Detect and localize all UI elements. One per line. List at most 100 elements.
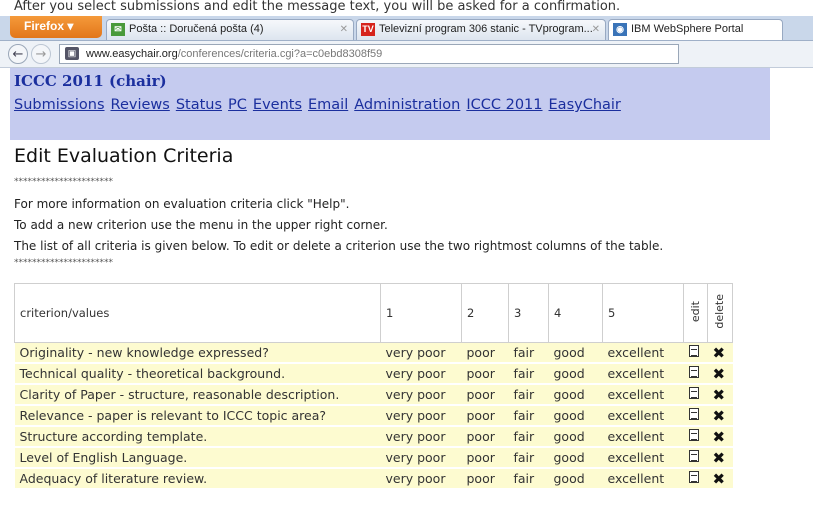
value-cell: good — [548, 363, 603, 385]
delete-icon[interactable]: ✖ — [713, 365, 726, 383]
edit-icon[interactable] — [688, 471, 699, 483]
value-cell: fair — [508, 342, 549, 364]
edit-cell — [683, 363, 708, 385]
menu-easychair[interactable]: EasyChair — [549, 97, 621, 113]
value-cell: fair — [508, 426, 549, 448]
value-cell: very poor — [380, 363, 462, 385]
edit-cell — [683, 468, 708, 490]
tab-websphere[interactable]: ◉ IBM WebSphere Portal — [608, 19, 783, 40]
url-bar[interactable]: ▣ www.easychair.org/conferences/criteria… — [59, 44, 679, 64]
edit-icon[interactable] — [688, 408, 699, 420]
table-row: Adequacy of literature review. very poor… — [14, 468, 733, 490]
value-cell: very poor — [380, 447, 462, 469]
table-row: Clarity of Paper - structure, reasonable… — [14, 384, 733, 406]
easychair-header: ICCC 2011 (chair) Submissions Reviews Stat… — [10, 68, 770, 140]
tab-tvprogram-label: Televizní program 306 stanic - TVprogram… — [379, 23, 593, 35]
criterion-name: Clarity of Paper - structure, reasonable… — [14, 384, 381, 406]
close-icon[interactable]: ✕ — [592, 20, 600, 39]
top-note: After you select submissions and edit th… — [14, 0, 621, 14]
page-title: Edit Evaluation Criteria — [14, 145, 234, 167]
value-cell: excellent — [602, 405, 684, 427]
edit-icon[interactable] — [688, 450, 699, 462]
header-value-1: 1 — [380, 283, 462, 343]
delete-cell: ✖ — [707, 363, 733, 385]
criterion-name: Relevance - paper is relevant to ICCC to… — [14, 405, 381, 427]
url-path: /conferences/criteria.cgi?a=c0ebd8308f59 — [177, 48, 383, 60]
delete-cell: ✖ — [707, 426, 733, 448]
value-cell: poor — [461, 426, 509, 448]
edit-icon[interactable] — [688, 345, 699, 357]
header-criterion: criterion/values — [14, 283, 381, 343]
value-cell: very poor — [380, 426, 462, 448]
portal-icon: ◉ — [613, 23, 627, 36]
criterion-name: Structure according template. — [14, 426, 381, 448]
criteria-table: criterion/values 1 2 3 4 5 edit delete O… — [14, 283, 733, 490]
value-cell: poor — [461, 405, 509, 427]
menu-iccc-2011[interactable]: ICCC 2011 — [466, 97, 542, 113]
table-header-row: criterion/values 1 2 3 4 5 edit delete — [14, 283, 733, 343]
edit-icon[interactable] — [688, 366, 699, 378]
menu-email[interactable]: Email — [308, 97, 348, 113]
delete-cell: ✖ — [707, 342, 733, 364]
edit-cell — [683, 405, 708, 427]
delete-cell: ✖ — [707, 405, 733, 427]
site-identity-icon[interactable]: ▣ — [65, 47, 79, 60]
menu-events[interactable]: Events — [253, 97, 302, 113]
back-button[interactable]: ← — [8, 44, 28, 64]
value-cell: very poor — [380, 384, 462, 406]
header-value-3: 3 — [508, 283, 549, 343]
criterion-name: Adequacy of literature review. — [14, 468, 381, 490]
criterion-name: Originality - new knowledge expressed? — [14, 342, 381, 364]
delete-icon[interactable]: ✖ — [713, 386, 726, 404]
tab-websphere-label: IBM WebSphere Portal — [631, 23, 744, 35]
header-edit: edit — [683, 283, 708, 343]
value-cell: poor — [461, 363, 509, 385]
value-cell: very poor — [380, 468, 462, 490]
value-cell: good — [548, 447, 603, 469]
table-row: Structure according template. very poor … — [14, 426, 733, 448]
conference-title: ICCC 2011 (chair) — [14, 72, 167, 90]
value-cell: poor — [461, 468, 509, 490]
value-cell: good — [548, 384, 603, 406]
forward-button[interactable]: → — [31, 44, 51, 64]
value-cell: fair — [508, 447, 549, 469]
value-cell: good — [548, 405, 603, 427]
browser-tab-bar: Firefox ▾ ✉ Pošta :: Doručená pošta (4) … — [0, 16, 813, 41]
main-menu: Submissions Reviews Status PC Events Email Adm… — [14, 97, 627, 113]
delete-icon[interactable]: ✖ — [713, 344, 726, 362]
edit-icon[interactable] — [688, 429, 699, 441]
menu-reviews[interactable]: Reviews — [111, 97, 170, 113]
delete-icon[interactable]: ✖ — [713, 449, 726, 467]
delete-cell: ✖ — [707, 384, 733, 406]
value-cell: good — [548, 468, 603, 490]
tab-posta[interactable]: ✉ Pošta :: Doručená pošta (4) ✕ — [106, 19, 354, 40]
delete-cell: ✖ — [707, 468, 733, 490]
url-domain: www.easychair.org — [86, 48, 178, 60]
header-delete: delete — [707, 283, 733, 343]
delete-icon[interactable]: ✖ — [713, 428, 726, 446]
value-cell: excellent — [602, 426, 684, 448]
header-delete-label: delete — [713, 294, 726, 329]
value-cell: excellent — [602, 363, 684, 385]
menu-pc[interactable]: PC — [228, 97, 247, 113]
firefox-menu-button[interactable]: Firefox ▾ — [10, 16, 102, 38]
delete-icon[interactable]: ✖ — [713, 407, 726, 425]
stars-divider: ********************** — [14, 177, 113, 187]
value-cell: poor — [461, 342, 509, 364]
value-cell: fair — [508, 468, 549, 490]
edit-cell — [683, 426, 708, 448]
menu-submissions[interactable]: Submissions — [14, 97, 105, 113]
close-icon[interactable]: ✕ — [340, 20, 348, 39]
edit-icon[interactable] — [688, 387, 699, 399]
stars-divider: ********************** — [14, 258, 113, 268]
menu-status[interactable]: Status — [176, 97, 222, 113]
value-cell: fair — [508, 405, 549, 427]
menu-administration[interactable]: Administration — [354, 97, 460, 113]
edit-cell — [683, 447, 708, 469]
table-row: Level of English Language. very poor poo… — [14, 447, 733, 469]
tab-tvprogram[interactable]: TV Televizní program 306 stanic - TVprog… — [356, 19, 606, 40]
value-cell: poor — [461, 384, 509, 406]
header-value-2: 2 — [461, 283, 509, 343]
table-row: Technical quality - theoretical backgrou… — [14, 363, 733, 385]
delete-icon[interactable]: ✖ — [713, 470, 726, 488]
